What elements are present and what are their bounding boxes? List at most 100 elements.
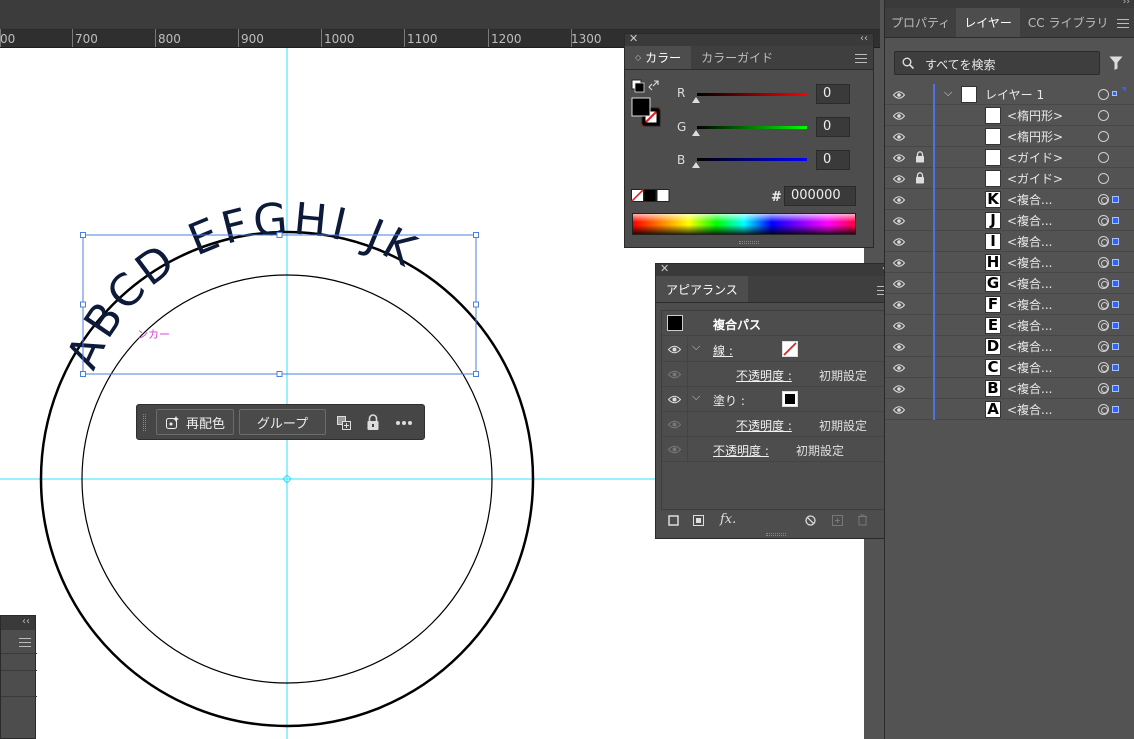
layer-item-row[interactable]: <ガイド> (885, 147, 1134, 168)
target-icon[interactable] (1098, 299, 1109, 310)
item-name[interactable]: <複合... (1007, 191, 1053, 208)
selection-indicator[interactable] (1112, 217, 1119, 224)
layer-item-row[interactable]: C <複合... (885, 357, 1134, 378)
stroke-opacity-label[interactable]: 不透明度 : (736, 367, 792, 384)
object-opacity-row[interactable]: 不透明度 : 初期設定 (662, 437, 897, 462)
item-name[interactable]: <複合... (1007, 233, 1053, 250)
fill-opacity-label[interactable]: 不透明度 : (736, 417, 792, 434)
layer-item-row[interactable]: <楕円形> (885, 126, 1134, 147)
b-slider[interactable] (697, 158, 807, 161)
item-name[interactable]: <複合... (1007, 401, 1053, 418)
layer-item-row[interactable]: G <複合... (885, 273, 1134, 294)
tab-cc-libraries[interactable]: CC ライブラリ (1020, 8, 1117, 37)
target-icon[interactable] (1098, 278, 1109, 289)
layer-name[interactable]: レイヤー 1 (985, 86, 1044, 103)
item-name[interactable]: <複合... (1007, 380, 1053, 397)
eye-icon[interactable] (893, 320, 905, 332)
fill-swatch[interactable] (782, 391, 798, 407)
g-slider-thumb[interactable] (692, 130, 700, 136)
tab-color-guide[interactable]: カラーガイド (691, 46, 783, 69)
eye-icon[interactable] (893, 383, 905, 395)
target-icon[interactable] (1098, 89, 1109, 100)
delete-item-icon[interactable] (857, 514, 868, 526)
item-name[interactable]: <複合... (1007, 359, 1053, 376)
tab-appearance[interactable]: アピアランス (656, 276, 748, 302)
g-value-input[interactable]: 0 (816, 117, 850, 137)
eye-icon[interactable] (893, 257, 905, 269)
fx-button[interactable]: fx. (720, 512, 736, 527)
eye-icon[interactable] (893, 362, 905, 374)
eye-icon[interactable] (668, 420, 681, 429)
more-options-icon[interactable] (395, 420, 413, 426)
chevron-down-icon[interactable]: ⌵ (692, 340, 700, 354)
target-icon[interactable] (1098, 341, 1109, 352)
fill-stroke-swatch[interactable] (630, 78, 666, 130)
target-icon[interactable] (1098, 362, 1109, 373)
lock-icon[interactable] (915, 151, 925, 163)
selection-indicator[interactable] (1112, 385, 1119, 392)
hex-value-input[interactable]: 000000 (784, 186, 856, 206)
eye-icon[interactable] (893, 278, 905, 290)
layer-item-row[interactable]: I <複合... (885, 231, 1134, 252)
stroke-swatch[interactable] (782, 341, 798, 357)
group-button[interactable]: グループ (239, 409, 326, 435)
r-slider[interactable] (697, 93, 807, 96)
item-name[interactable]: <楕円形> (1007, 128, 1063, 145)
menu-icon[interactable] (1117, 19, 1129, 28)
eye-icon[interactable] (893, 404, 905, 416)
drag-handle[interactable] (143, 414, 146, 431)
layer-item-row[interactable]: E <複合... (885, 315, 1134, 336)
collapse-icon[interactable]: ‹‹ (22, 616, 30, 627)
target-icon[interactable] (1098, 110, 1109, 121)
lock-icon[interactable] (915, 172, 925, 184)
tab-color[interactable]: ◇ カラー (625, 46, 692, 69)
eye-icon[interactable] (893, 215, 905, 227)
selection-indicator[interactable] (1112, 406, 1119, 413)
layer-item-row[interactable]: A <複合... (885, 399, 1134, 420)
clear-appearance-icon[interactable] (805, 515, 816, 526)
target-icon[interactable] (1098, 404, 1109, 415)
layer-item-row[interactable]: D <複合... (885, 336, 1134, 357)
target-icon[interactable] (1098, 257, 1109, 268)
eye-icon[interactable] (893, 110, 905, 122)
item-name[interactable]: <複合... (1007, 296, 1053, 313)
r-slider-thumb[interactable] (692, 97, 700, 103)
target-icon[interactable] (1098, 383, 1109, 394)
fill-opacity-row[interactable]: 不透明度 : 初期設定 (662, 412, 897, 437)
target-icon[interactable] (1098, 173, 1109, 184)
stroke-row[interactable]: ⌵ 線 : (662, 337, 897, 362)
g-slider[interactable] (697, 126, 807, 129)
target-icon[interactable] (1098, 194, 1109, 205)
eye-icon[interactable] (668, 345, 681, 354)
chevron-down-icon[interactable]: ⌵ (944, 86, 952, 100)
fill-label[interactable]: 塗り : (713, 392, 745, 409)
target-icon[interactable] (1098, 131, 1109, 142)
eye-icon[interactable] (668, 445, 681, 454)
eye-icon[interactable] (893, 236, 905, 248)
filter-icon[interactable] (1109, 56, 1123, 70)
item-name[interactable]: <複合... (1007, 275, 1053, 292)
stroke-opacity-row[interactable]: 不透明度 : 初期設定 (662, 362, 897, 387)
object-opacity-label[interactable]: 不透明度 : (713, 442, 769, 459)
add-fill-icon[interactable] (693, 515, 704, 526)
selection-indicator[interactable] (1112, 322, 1119, 329)
target-icon[interactable] (1098, 215, 1109, 226)
selection-indicator[interactable] (1112, 196, 1119, 203)
add-stroke-icon[interactable] (668, 515, 679, 526)
b-value-input[interactable]: 0 (816, 150, 850, 170)
target-icon[interactable] (1098, 320, 1109, 331)
fill-row[interactable]: ⌵ 塗り : (662, 387, 897, 412)
quick-swatches[interactable] (631, 189, 671, 202)
menu-icon[interactable] (855, 54, 867, 63)
close-icon[interactable]: ✕ (660, 262, 669, 275)
eye-icon[interactable] (893, 89, 905, 101)
eye-icon[interactable] (893, 131, 905, 143)
item-name[interactable]: <複合... (1007, 338, 1053, 355)
lock-icon[interactable] (366, 414, 380, 431)
selection-indicator[interactable] (1112, 259, 1119, 266)
collapse-icon[interactable]: ‹‹ (860, 33, 868, 44)
layer-item-row[interactable]: <楕円形> (885, 105, 1134, 126)
selection-indicator[interactable] (1112, 301, 1119, 308)
eye-icon[interactable] (893, 341, 905, 353)
duplicate-item-icon[interactable] (832, 515, 843, 526)
